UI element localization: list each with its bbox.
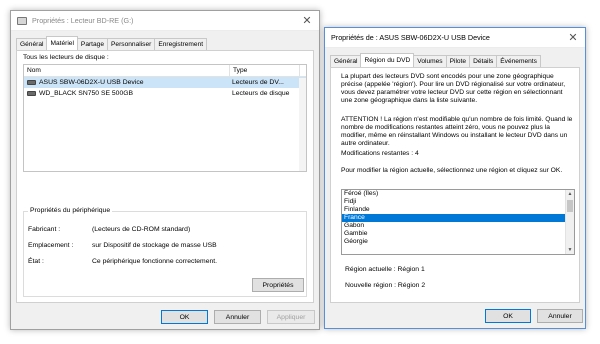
tab-recording[interactable]: Enregistrement: [154, 38, 208, 50]
location-label: Emplacement :: [28, 242, 74, 249]
status-label: État :: [28, 258, 44, 265]
cancel-button[interactable]: Annuler: [214, 310, 261, 324]
properties-button[interactable]: Propriétés: [252, 278, 304, 292]
new-region: Nouvelle région : Région 2: [345, 282, 426, 289]
tab-sharing[interactable]: Partage: [76, 38, 109, 50]
window-title: Propriétés : Lecteur BD-RE (G:): [32, 16, 134, 25]
tab-hardware[interactable]: Matériel: [46, 36, 78, 50]
disk-drive-icon: [27, 91, 36, 96]
tab-strip: Général Matériel Partage Personnaliser E…: [16, 36, 208, 50]
current-region: Région actuelle : Région 1: [345, 266, 425, 273]
device-properties-group: Propriétés du périphérique Fabricant : (…: [23, 207, 307, 297]
cancel-button[interactable]: Annuler: [537, 309, 583, 323]
device-type: Lecteurs de DV...: [232, 79, 284, 86]
region-list-scrollbar[interactable]: ▲ ▼: [565, 190, 574, 254]
device-name: ASUS SBW-06D2X-U USB Device: [39, 79, 144, 86]
device-name: WD_BLACK SN750 SE 500GB: [39, 90, 134, 97]
drive-properties-window: Propriétés : Lecteur BD-RE (G:) ✕ Généra…: [10, 10, 320, 330]
tab-customize[interactable]: Personnaliser: [107, 38, 156, 50]
apply-button[interactable]: Appliquer: [267, 310, 315, 324]
list-scrollbar[interactable]: [299, 78, 306, 171]
tab-events[interactable]: Événements: [496, 55, 541, 67]
table-row[interactable]: WD_BLACK SN750 SE 500GB Lecteurs de disq…: [24, 88, 306, 99]
dvd-region-panel: La plupart des lecteurs DVD sont encodés…: [330, 67, 580, 303]
tab-volumes[interactable]: Volumes: [413, 55, 447, 67]
list-item[interactable]: Finlande: [342, 206, 574, 214]
close-icon[interactable]: ✕: [295, 11, 319, 31]
tab-general[interactable]: Général: [16, 38, 48, 50]
ok-button[interactable]: OK: [161, 310, 208, 324]
region-list[interactable]: Féroé (Îles) Fidji Finlande France Gabon…: [341, 189, 575, 255]
list-item[interactable]: Gabon: [342, 222, 574, 230]
list-item-selected[interactable]: France: [342, 214, 574, 222]
scroll-down-icon[interactable]: ▼: [566, 246, 574, 254]
list-item[interactable]: Géorgie: [342, 238, 574, 246]
remaining-changes: Modifications restantes : 4: [341, 150, 419, 157]
tab-general[interactable]: Général: [330, 55, 362, 67]
list-item[interactable]: Féroé (Îles): [342, 190, 574, 198]
group-title: Propriétés du périphérique: [28, 207, 113, 214]
list-header: Nom Type: [24, 65, 306, 77]
drive-icon: [17, 16, 27, 25]
instruction-text: Pour modifier la région actuelle, sélect…: [341, 167, 563, 174]
tab-dvd-region[interactable]: Région du DVD: [360, 53, 415, 67]
title-bar[interactable]: Propriétés de : ASUS SBW-06D2X-U USB Dev…: [325, 28, 585, 48]
tab-strip: Général Région du DVD Volumes Pilote Dét…: [330, 53, 541, 67]
scroll-up-icon[interactable]: ▲: [566, 190, 574, 198]
device-properties-window: Propriétés de : ASUS SBW-06D2X-U USB Dev…: [324, 27, 586, 329]
device-list[interactable]: Nom Type ASUS SBW-06D2X-U USB Device Lec…: [23, 64, 307, 172]
manufacturer-value: (Lecteurs de CD-ROM standard): [92, 226, 191, 233]
title-bar[interactable]: Propriétés : Lecteur BD-RE (G:) ✕: [11, 11, 319, 31]
warning-text: ATTENTION ! La région n'est modifiable q…: [341, 116, 573, 147]
tab-details[interactable]: Détails: [469, 55, 498, 67]
location-value: sur Dispositif de stockage de masse USB: [92, 242, 217, 249]
intro-text: La plupart des lecteurs DVD sont encodés…: [341, 73, 566, 104]
column-name[interactable]: Nom: [24, 65, 230, 76]
ok-button[interactable]: OK: [485, 309, 531, 323]
tab-driver[interactable]: Pilote: [445, 55, 471, 67]
manufacturer-label: Fabricant :: [28, 226, 61, 233]
devices-label: Tous les lecteurs de disque :: [23, 54, 109, 61]
list-item[interactable]: Gambie: [342, 230, 574, 238]
table-row[interactable]: ASUS SBW-06D2X-U USB Device Lecteurs de …: [24, 77, 306, 88]
device-type: Lecteurs de disque: [232, 90, 290, 97]
scroll-thumb[interactable]: [567, 200, 573, 212]
list-item[interactable]: Fidji: [342, 198, 574, 206]
dvd-drive-icon: [27, 80, 36, 85]
status-value: Ce périphérique fonctionne correctement.: [92, 258, 218, 265]
window-title: Propriétés de : ASUS SBW-06D2X-U USB Dev…: [331, 33, 490, 42]
column-type[interactable]: Type: [230, 65, 300, 76]
hardware-panel: Tous les lecteurs de disque : Nom Type A…: [16, 50, 314, 303]
close-icon[interactable]: ✕: [561, 28, 585, 48]
